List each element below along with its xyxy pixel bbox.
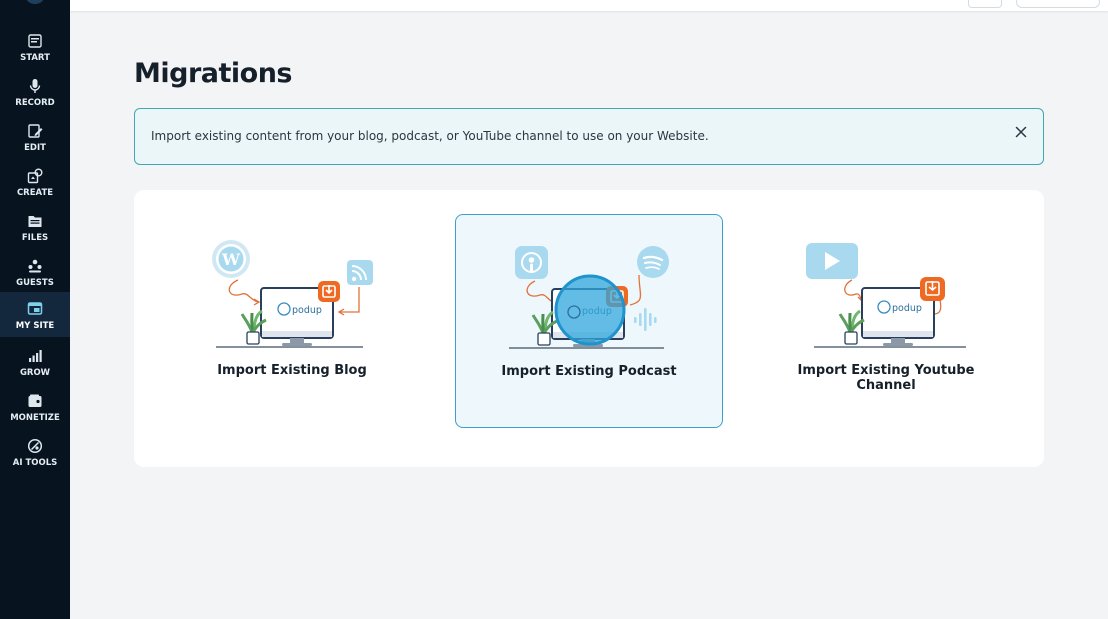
sidebar-item-label: MONETIZE bbox=[10, 413, 60, 423]
sidebar-item-label: MY SITE bbox=[15, 321, 55, 331]
sidebar-item-label: START bbox=[20, 53, 50, 63]
youtube-import-illustration: podup bbox=[806, 243, 966, 348]
import-podcast-label: Import Existing Podcast bbox=[501, 364, 677, 379]
account-menu-button[interactable] bbox=[1016, 0, 1100, 8]
sidebar-item-label: FILES bbox=[21, 233, 49, 243]
sidebar-item-label: AI TOOLS bbox=[12, 458, 58, 468]
import-youtube-label: Import Existing Youtube Channel bbox=[797, 363, 975, 393]
chart-icon bbox=[29, 350, 42, 362]
wordpress-icon: W bbox=[212, 240, 250, 278]
sidebar-item-edit[interactable]: EDIT bbox=[0, 116, 70, 160]
blog-import-illustration: W podup bbox=[212, 240, 373, 348]
sidebar-item-grow[interactable]: GROW bbox=[0, 341, 70, 385]
sidebar-item-ai-tools[interactable]: AI TOOLS bbox=[0, 431, 70, 475]
edit-icon bbox=[28, 124, 43, 138]
sidebar-item-record[interactable]: RECORD bbox=[0, 71, 70, 115]
sidebar-item-create[interactable]: CREATE bbox=[0, 161, 70, 205]
sidebar-item-label: EDIT bbox=[24, 143, 46, 153]
youtube-icon bbox=[806, 243, 858, 279]
banner-text: Import existing content from your blog, … bbox=[151, 129, 709, 143]
guests-icon bbox=[28, 259, 42, 273]
page-title: Migrations bbox=[134, 58, 293, 89]
sidebar-item-files[interactable]: FILES bbox=[0, 206, 70, 250]
svg-text:W: W bbox=[221, 250, 241, 269]
spotify-icon bbox=[637, 246, 669, 278]
create-icon bbox=[27, 168, 43, 184]
svg-text:podup: podup bbox=[292, 305, 322, 316]
click-indicator bbox=[554, 274, 626, 346]
folder-icon bbox=[28, 216, 42, 227]
sidebar-item-label: CREATE bbox=[16, 188, 54, 198]
website-icon bbox=[27, 302, 43, 315]
sidebar-item-start[interactable]: START bbox=[0, 26, 70, 70]
sidebar-item-label: RECORD bbox=[15, 98, 55, 108]
download-icon bbox=[318, 281, 340, 302]
app-logo[interactable] bbox=[26, 0, 44, 4]
microphone-icon bbox=[29, 79, 41, 93]
import-blog-card[interactable]: W podup Import Existing Blog bbox=[158, 214, 426, 428]
sidebar-item-guests[interactable]: GUESTS bbox=[0, 251, 70, 295]
google-podcasts-icon bbox=[634, 308, 657, 331]
import-podcast-card[interactable]: podup Import Existing Podcast bbox=[455, 214, 723, 428]
info-banner: Import existing content from your blog, … bbox=[134, 108, 1044, 165]
import-blog-label: Import Existing Blog bbox=[217, 363, 367, 378]
download-icon bbox=[920, 277, 945, 301]
sidebar-item-label: GROW bbox=[19, 368, 51, 378]
sidebar-item-label: GUESTS bbox=[16, 278, 54, 288]
plant-icon bbox=[838, 309, 865, 345]
top-bar bbox=[70, 0, 1108, 11]
sidebar-item-my-site[interactable]: MY SITE bbox=[0, 292, 70, 337]
monetize-icon bbox=[28, 394, 42, 407]
podcast-import-illustration: podup bbox=[509, 246, 669, 349]
sidebar-item-monetize[interactable]: MONETIZE bbox=[0, 386, 70, 430]
svg-text:podup: podup bbox=[892, 303, 922, 314]
rss-icon bbox=[347, 260, 373, 285]
ai-tools-icon bbox=[27, 438, 43, 454]
apple-podcasts-icon bbox=[515, 246, 548, 279]
start-icon bbox=[28, 34, 42, 48]
sidebar: START RECORD EDIT CREATE FILES GUESTS MY… bbox=[0, 0, 70, 619]
close-icon[interactable] bbox=[1013, 124, 1029, 140]
import-youtube-card[interactable]: podup Import Existing Youtube Channel bbox=[752, 214, 1020, 428]
top-bar-button[interactable] bbox=[968, 0, 1002, 8]
